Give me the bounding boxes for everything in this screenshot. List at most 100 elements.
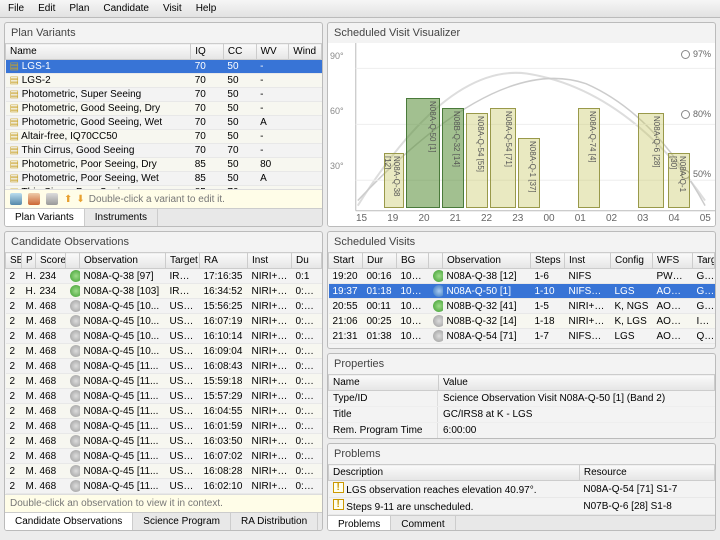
copy-icon[interactable] bbox=[46, 193, 58, 205]
tab-science-program[interactable]: Science Program bbox=[133, 513, 231, 530]
menu-help[interactable]: Help bbox=[196, 3, 217, 14]
properties-body: Type/IDScience Observation Visit N08A-Q-… bbox=[328, 391, 715, 438]
table-row[interactable]: ▤ LGS-17050- bbox=[6, 60, 322, 74]
column-header[interactable]: Wind bbox=[289, 44, 322, 60]
status-icon bbox=[70, 330, 80, 342]
plan-variants-table[interactable]: NameIQCCWVWind ▤ LGS-17050-▤ LGS-27050-▤… bbox=[5, 43, 322, 189]
column-header[interactable]: Resource bbox=[579, 465, 714, 481]
menu-file[interactable]: File bbox=[8, 3, 24, 14]
column-header[interactable]: Name bbox=[6, 44, 191, 60]
column-header[interactable]: Description bbox=[329, 465, 580, 481]
column-header[interactable]: Observation bbox=[443, 253, 531, 269]
column-header[interactable]: Inst bbox=[248, 253, 292, 269]
table-row[interactable]: ▤ Photometric, Good Seeing, Dry7050- bbox=[6, 102, 322, 116]
visit-bar[interactable]: N08B-Q-32 [14] bbox=[442, 108, 464, 208]
column-header[interactable]: Target bbox=[166, 253, 200, 269]
table-row[interactable]: Steps 9-11 are unscheduled.N07B-Q-6 [28]… bbox=[329, 498, 715, 515]
column-header[interactable]: P bbox=[22, 253, 36, 269]
up-arrow-icon[interactable]: ⬆ bbox=[64, 194, 72, 205]
table-row[interactable]: 2M468N08A-Q-45 [11...USco J160702.1...16… bbox=[6, 449, 322, 464]
status-icon bbox=[70, 405, 80, 417]
table-row[interactable]: 19:3701:18100%N08A-Q-50 [1]1-10NIFS+AOLG… bbox=[329, 284, 715, 299]
menu-visit[interactable]: Visit bbox=[163, 3, 182, 14]
menu-candidate[interactable]: Candidate bbox=[103, 3, 149, 14]
table-row[interactable]: 2H234N08A-Q-38 [103]IRAS F17138-09...16:… bbox=[6, 284, 322, 299]
visit-bar[interactable]: N08A-Q-1 [30] bbox=[668, 153, 690, 208]
table-row[interactable]: 2M468N08A-Q-45 [11...USco J155918.4...15… bbox=[6, 374, 322, 389]
column-header[interactable]: SB bbox=[6, 253, 22, 269]
column-header[interactable]: RA bbox=[200, 253, 248, 269]
table-row[interactable]: ▤ Photometric, Super Seeing7050- bbox=[6, 88, 322, 102]
status-icon bbox=[70, 420, 80, 432]
table-row[interactable]: 20:5500:11100%N08B-Q-32 [41]1-5NIRI+AOK,… bbox=[329, 299, 715, 314]
column-header[interactable]: Score bbox=[36, 253, 66, 269]
table-row[interactable]: 21:3101:38100%N08A-Q-54 [71]1-7NIFS+AOLG… bbox=[329, 329, 715, 344]
visit-bar[interactable]: N08A-Q-54 [71] bbox=[490, 108, 516, 208]
delete-icon[interactable] bbox=[28, 193, 40, 205]
table-row[interactable]: 2M468N08A-Q-45 [11...USco J160210.9...16… bbox=[6, 479, 322, 494]
table-row[interactable]: LGS observation reaches elevation 40.97°… bbox=[329, 481, 715, 498]
visit-bar[interactable]: N08A-Q-54 [55] bbox=[466, 113, 488, 208]
table-row[interactable]: 2M468N08A-Q-45 [10...USco J160904.0...16… bbox=[6, 344, 322, 359]
table-row[interactable]: ▤ Photometric, Good Seeing, Wet7050A bbox=[6, 116, 322, 130]
status-icon bbox=[70, 390, 80, 402]
add-icon[interactable] bbox=[10, 193, 22, 205]
visit-bar[interactable]: N08A-Q-1 [37] bbox=[518, 138, 540, 208]
status-icon bbox=[70, 375, 80, 387]
tab-comment[interactable]: Comment bbox=[391, 516, 455, 531]
down-arrow-icon[interactable]: ⬇ bbox=[76, 194, 84, 205]
problems-title: Problems bbox=[328, 444, 715, 464]
candidates-table[interactable]: SBPScore ObservationTargetRAInstDu 2H234N… bbox=[5, 252, 322, 494]
table-row[interactable]: 2M468N08A-Q-45 [11...USco J160455.8...16… bbox=[6, 404, 322, 419]
column-header[interactable]: CC bbox=[223, 44, 256, 60]
candidates-title: Candidate Observations bbox=[5, 232, 322, 252]
problems-table[interactable]: DescriptionResource LGS observation reac… bbox=[328, 464, 715, 515]
column-header[interactable] bbox=[429, 253, 443, 269]
column-header[interactable]: Dur bbox=[363, 253, 397, 269]
column-header[interactable] bbox=[66, 253, 80, 269]
menu-edit[interactable]: Edit bbox=[38, 3, 55, 14]
visit-bar[interactable]: N08A-Q-6 [28] bbox=[638, 113, 664, 208]
table-row[interactable]: 2H234N08A-Q-38 [97]IRAS F17138-10...17:1… bbox=[6, 269, 322, 284]
column-header[interactable]: Observation bbox=[80, 253, 166, 269]
column-header[interactable]: WFS bbox=[653, 253, 693, 269]
column-header[interactable]: Inst bbox=[565, 253, 611, 269]
tab-plan-variants[interactable]: Plan Variants bbox=[5, 209, 85, 226]
column-header[interactable]: Target bbox=[693, 253, 715, 269]
table-row[interactable]: 2M468N08A-Q-45 [11...USco J160350.4...16… bbox=[6, 434, 322, 449]
column-header[interactable]: IQ bbox=[191, 44, 224, 60]
column-header[interactable]: Steps bbox=[531, 253, 565, 269]
table-row[interactable]: 2M468N08A-Q-45 [10...USco J160719.7...16… bbox=[6, 314, 322, 329]
table-row[interactable]: 21:0600:25100%N08B-Q-32 [14]1-18NIRI+AOK… bbox=[329, 314, 715, 329]
menu-plan[interactable]: Plan bbox=[69, 3, 89, 14]
visualizer-chart[interactable]: 90°60°30°97%80%50%N08A-Q-38 [12]N08A-Q-5… bbox=[328, 43, 715, 226]
table-row[interactable]: 2M468N08A-Q-45 [11...USco J160843.3...16… bbox=[6, 359, 322, 374]
column-header[interactable]: BG bbox=[397, 253, 429, 269]
table-row[interactable]: 2M468N08A-Q-45 [10...USco J161014.7...16… bbox=[6, 329, 322, 344]
visits-title: Scheduled Visits bbox=[328, 232, 715, 252]
tab-problems[interactable]: Problems bbox=[328, 516, 391, 531]
tab-ra-distribution[interactable]: RA Distribution bbox=[231, 513, 318, 530]
status-icon bbox=[70, 315, 80, 327]
visit-bar[interactable]: N08A-Q-50 [1] bbox=[406, 98, 440, 208]
table-row[interactable]: ▤ Photometric, Poor Seeing, Dry855080 bbox=[6, 158, 322, 172]
column-header[interactable]: Start bbox=[329, 253, 363, 269]
column-header[interactable]: WV bbox=[256, 44, 289, 60]
table-row[interactable]: 2M468N08A-Q-45 [11...USco J160159.7...16… bbox=[6, 419, 322, 434]
table-row[interactable]: ▤ Photometric, Poor Seeing, Wet8550A bbox=[6, 172, 322, 186]
tab-candidate-observations[interactable]: Candidate Observations bbox=[5, 513, 133, 530]
table-row[interactable]: 2M468N08A-Q-45 [11...USco J155729.9...15… bbox=[6, 389, 322, 404]
visits-table[interactable]: StartDurBG ObservationStepsInstConfigWFST… bbox=[328, 252, 715, 344]
table-row[interactable]: ▤ LGS-27050- bbox=[6, 74, 322, 88]
status-icon bbox=[70, 480, 80, 492]
visit-bar[interactable]: N08A-Q-74 [4] bbox=[578, 108, 600, 208]
tab-instruments[interactable]: Instruments bbox=[85, 209, 158, 226]
visit-bar[interactable]: N08A-Q-38 [12] bbox=[384, 153, 404, 208]
table-row[interactable]: 2M468N08A-Q-45 [10...USco J1556257...15:… bbox=[6, 299, 322, 314]
column-header[interactable]: Config bbox=[611, 253, 653, 269]
column-header[interactable]: Du bbox=[292, 253, 322, 269]
table-row[interactable]: 19:2000:16100%N08A-Q-38 [12]1-6NIFSPWFS2… bbox=[329, 269, 715, 284]
table-row[interactable]: 2M468N08A-Q-45 [11...USco J160828.4...16… bbox=[6, 464, 322, 479]
table-row[interactable]: ▤ Thin Cirrus, Good Seeing7070- bbox=[6, 144, 322, 158]
table-row[interactable]: ▤ Altair-free, IQ70CC507050- bbox=[6, 130, 322, 144]
